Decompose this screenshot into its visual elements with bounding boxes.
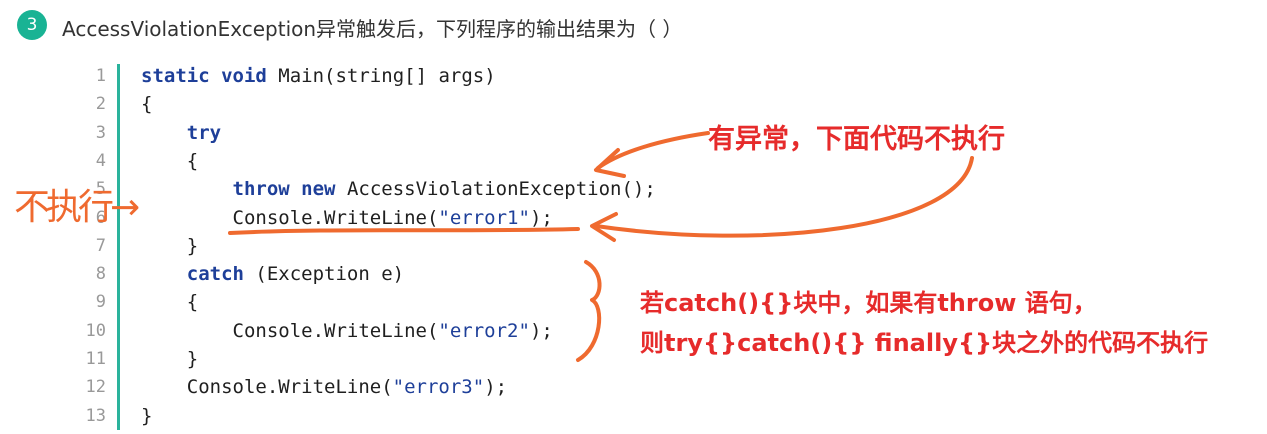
annotation-catch-note-2: 则try{}catch(){} finally{}块之外的代码不执行: [640, 329, 1209, 357]
catch-brace: [576, 260, 602, 362]
annotation-no-exec-below: 有异常，下面代码不执行: [708, 124, 1005, 155]
handwritten-marks: [228, 131, 974, 362]
annotation-catch-note-1: 若catch(){}块中，如果有throw 语句，: [640, 289, 1097, 317]
curved-arrow-right: [594, 156, 974, 238]
handwritten-not-executed: 不执行→: [14, 187, 140, 228]
strike-underline-error1: [228, 227, 580, 235]
